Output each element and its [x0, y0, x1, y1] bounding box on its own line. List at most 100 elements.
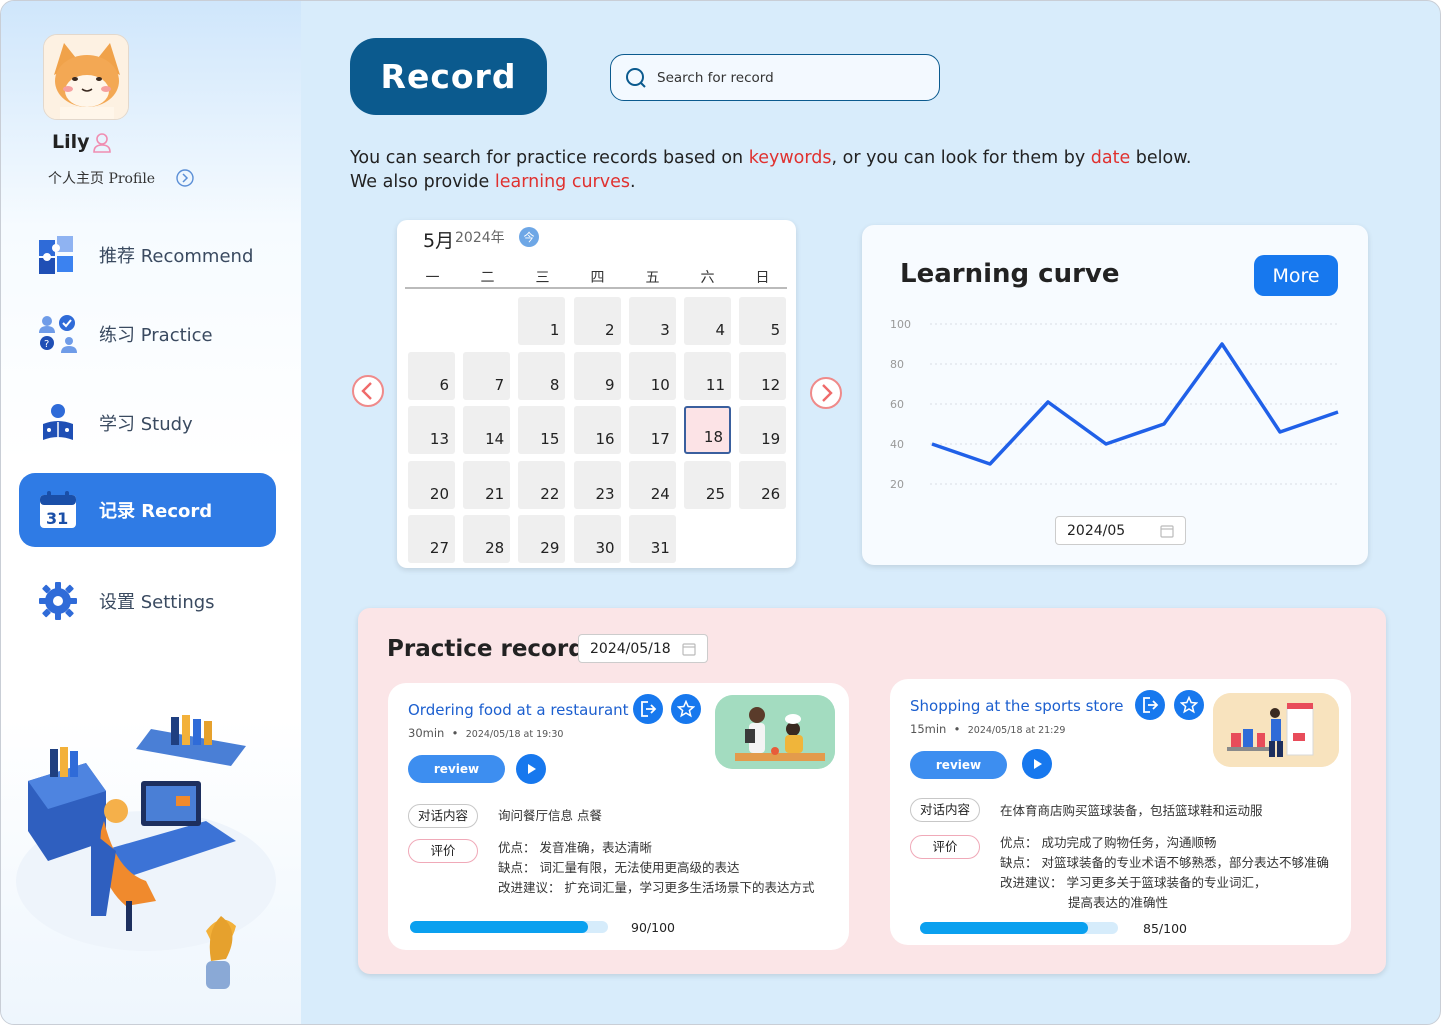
- calendar-day[interactable]: 18: [684, 406, 731, 455]
- favorite-button[interactable]: [1174, 690, 1204, 720]
- people-check-icon: ?: [37, 313, 79, 355]
- calendar-prev-button[interactable]: [351, 374, 385, 408]
- calendar-day-number: 21: [485, 484, 505, 503]
- sidebar-item-study[interactable]: 学习 Study: [19, 386, 276, 460]
- calendar-day-number: 6: [439, 375, 449, 394]
- export-button[interactable]: [633, 694, 663, 724]
- study-desk-illustration: [6, 701, 286, 1011]
- weekday-label: 日: [755, 270, 770, 286]
- calendar-day[interactable]: 22: [518, 460, 566, 509]
- curve-month-value: 2024/05: [1067, 523, 1126, 539]
- calendar-day-number: 17: [650, 430, 670, 449]
- curve-month-picker[interactable]: 2024/05: [1055, 516, 1186, 545]
- record-timestamp: 2024/05/18 at 19:30: [465, 729, 564, 740]
- calendar-day[interactable]: 24: [628, 460, 676, 509]
- export-button[interactable]: [1135, 690, 1165, 720]
- sidebar: Lily 个人主页 Profile 推荐 Recommend ? 练习 Prac…: [1, 1, 301, 1024]
- profile-link[interactable]: 个人主页 Profile: [48, 168, 155, 188]
- calendar-day[interactable]: 2: [573, 297, 621, 345]
- record-title[interactable]: Shopping at the sports store: [910, 697, 1124, 715]
- calendar-day[interactable]: 28: [463, 515, 511, 564]
- record-evaluation: 优点： 发音准确，表达清晰 缺点： 词汇量有限，无法使用更高级的表达 改进建议：…: [498, 838, 814, 898]
- restaurant-illustration: [715, 695, 835, 769]
- calendar-day[interactable]: 31: [628, 515, 676, 564]
- calendar-day-number: 4: [715, 321, 725, 339]
- record-duration: 30min: [408, 726, 445, 740]
- calendar-day[interactable]: 9: [573, 351, 621, 400]
- calendar-icon: [682, 643, 696, 656]
- play-icon[interactable]: [1022, 749, 1052, 779]
- chevron-right-icon[interactable]: [176, 169, 194, 191]
- calendar-day[interactable]: 23: [573, 460, 621, 509]
- calendar-day-number: 11: [705, 375, 725, 394]
- calendar-day[interactable]: 13: [408, 406, 455, 455]
- sidebar-item-settings[interactable]: 设置 Settings: [19, 564, 276, 638]
- eval-line: 改进建议： 扩充词汇量，学习更多生活场景下的表达方式: [498, 880, 815, 895]
- calendar-day-number: 16: [595, 430, 615, 449]
- shopping-illustration: [1213, 693, 1339, 767]
- more-button[interactable]: More: [1254, 255, 1338, 296]
- calendar-day[interactable]: 29: [518, 515, 566, 564]
- eval-line: 优点： 成功完成了购物任务，沟通顺畅: [1000, 835, 1217, 850]
- play-icon[interactable]: [516, 754, 546, 784]
- sidebar-item-practice[interactable]: ? 练习 Practice: [19, 297, 276, 371]
- calendar-day[interactable]: 14: [463, 406, 511, 455]
- record-title[interactable]: Ordering food at a restaurant: [408, 701, 629, 719]
- calendar-day[interactable]: 12: [739, 351, 787, 400]
- calendar-day-number: 26: [761, 484, 781, 503]
- calendar-year: 2024年: [455, 230, 505, 246]
- calendar-day[interactable]: 10: [628, 351, 676, 400]
- calendar-day[interactable]: 16: [573, 406, 621, 455]
- calendar-day[interactable]: 17: [628, 406, 676, 455]
- eval-line: 缺点： 对篮球装备的专业术语不够熟悉，部分表达不够准确: [1000, 855, 1329, 870]
- y-tick-label: 100: [890, 318, 911, 331]
- page-title: Record: [350, 38, 547, 115]
- calendar-day[interactable]: 11: [684, 351, 731, 400]
- score-progress-fill: [410, 921, 589, 933]
- weekday-label: 二: [480, 270, 495, 286]
- sidebar-item-recommend[interactable]: 推荐 Recommend: [19, 218, 276, 292]
- review-button[interactable]: review: [408, 755, 505, 783]
- calendar-day[interactable]: 5: [739, 297, 787, 345]
- search-input[interactable]: [657, 67, 927, 89]
- calendar-day-number: 7: [494, 375, 505, 394]
- calendar-day[interactable]: 6: [408, 351, 455, 400]
- calendar-day-number: 1: [549, 321, 560, 339]
- calendar: 5月 2024年 今 一二三四五六日 1 2 3 4 5 6 7 8 9 10 11 12 13 14 15…: [397, 220, 796, 568]
- calendar-day[interactable]: 27: [408, 515, 455, 564]
- calendar-day[interactable]: 21: [463, 460, 511, 509]
- calendar-day[interactable]: 25: [684, 460, 731, 509]
- calendar-day-number: 23: [595, 484, 615, 503]
- calendar-day[interactable]: 15: [518, 406, 566, 455]
- desc-text: You can search for practice records base…: [350, 148, 749, 168]
- record-meta: 15min • 2024/05/18 at 21:29: [910, 722, 1066, 736]
- evaluation-tag: 评价: [910, 835, 980, 859]
- calendar-next-button[interactable]: [809, 376, 843, 410]
- calendar-day-number: 3: [660, 321, 670, 339]
- calendar-day[interactable]: 4: [684, 297, 731, 345]
- calendar-today-button[interactable]: 今: [519, 227, 539, 247]
- search-box[interactable]: [610, 54, 940, 101]
- calendar-day[interactable]: 19: [739, 406, 787, 455]
- calendar-day[interactable]: 30: [573, 515, 621, 564]
- review-button[interactable]: review: [910, 751, 1007, 779]
- record-meta: 30min • 2024/05/18 at 19:30: [408, 726, 564, 740]
- gear-icon: [37, 580, 79, 622]
- calendar-day[interactable]: 26: [739, 460, 787, 509]
- calendar-day-number: 2: [605, 321, 615, 339]
- svg-text:?: ?: [44, 339, 49, 350]
- calendar-day[interactable]: 8: [518, 351, 566, 400]
- practice-date-picker[interactable]: 2024/05/18: [578, 634, 708, 663]
- calendar-day-number: 22: [540, 484, 560, 503]
- favorite-button[interactable]: [671, 694, 701, 724]
- avatar[interactable]: [43, 34, 129, 120]
- star-icon: [1180, 696, 1198, 714]
- sidebar-item-record[interactable]: 31 记录 Record: [19, 473, 276, 547]
- weekday-label: 五: [645, 270, 660, 286]
- sidebar-item-label: 学习 Study: [99, 414, 193, 435]
- calendar-day-number: 31: [650, 539, 670, 558]
- calendar-day[interactable]: 1: [518, 297, 566, 345]
- calendar-day[interactable]: 7: [463, 351, 511, 400]
- calendar-day[interactable]: 3: [628, 297, 676, 345]
- calendar-day[interactable]: 20: [408, 460, 455, 509]
